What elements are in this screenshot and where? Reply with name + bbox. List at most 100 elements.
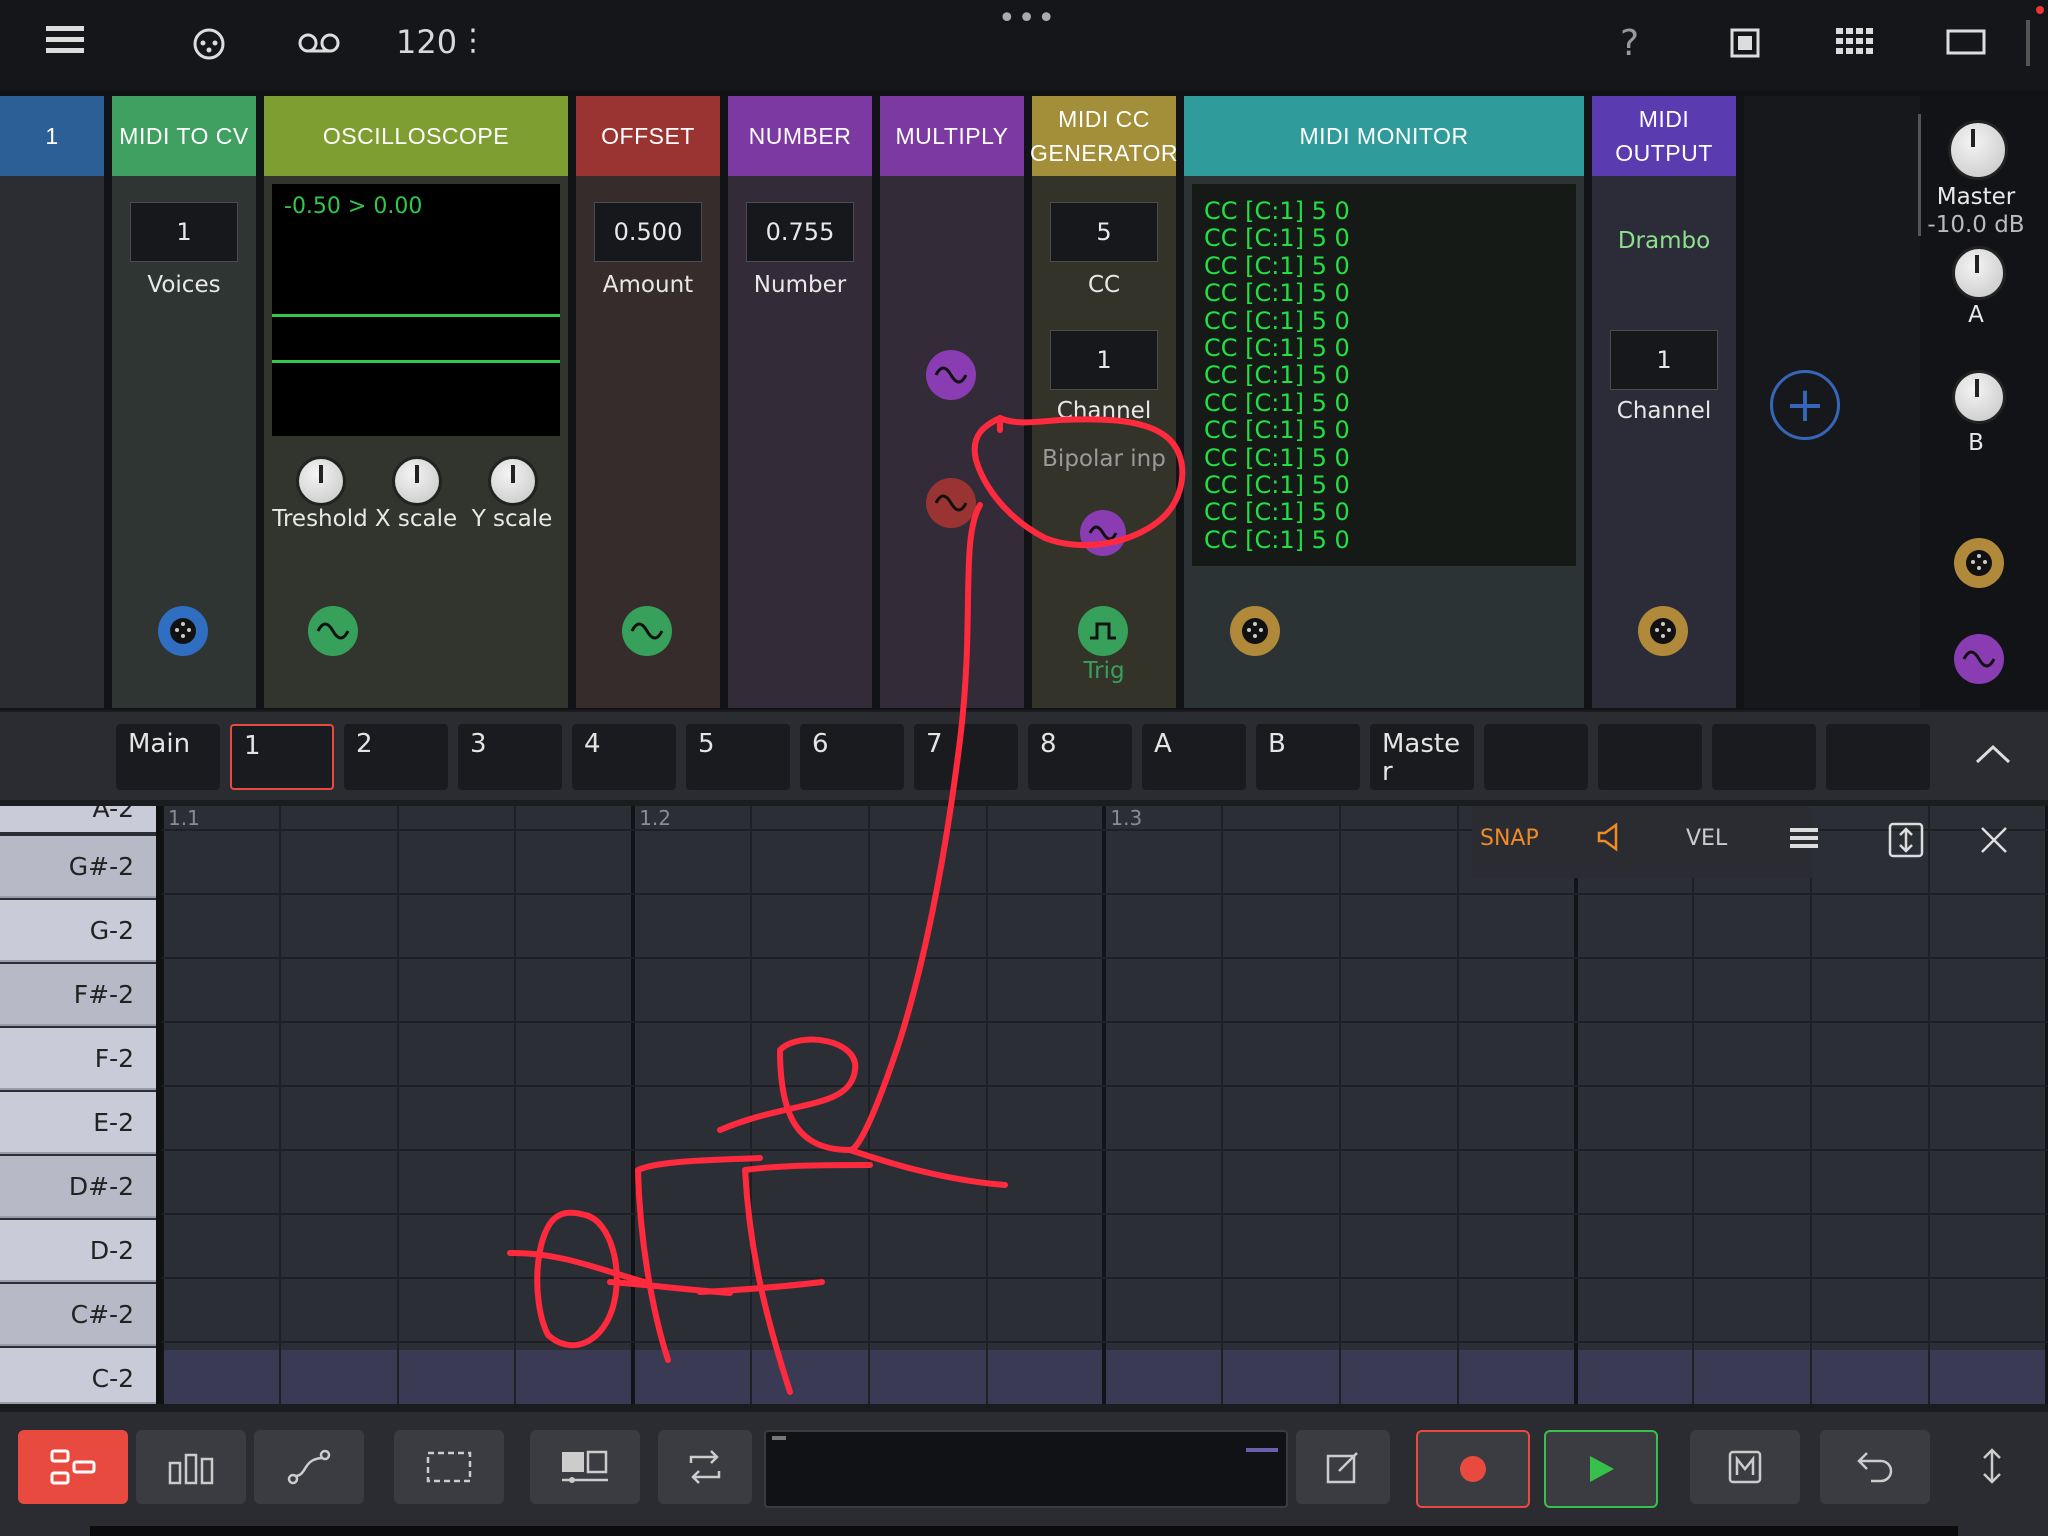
number-field[interactable]: 0.755 [746, 202, 854, 262]
piano-key[interactable]: E-2 [0, 1092, 156, 1154]
channel-field[interactable]: 1 [1610, 330, 1718, 390]
loop-icon [689, 1450, 721, 1484]
midi-monitor-line: CC [C:1] 5 0 [1204, 498, 1350, 527]
module-title[interactable]: MIDI CC GENERATOR [1030, 96, 1178, 176]
sine-input-port-icon[interactable] [926, 478, 976, 528]
track-header[interactable]: 1 [0, 96, 104, 176]
lines-menu-icon[interactable] [1788, 826, 1820, 854]
home-indicator [90, 1526, 1958, 1536]
sine-port-icon[interactable] [308, 606, 358, 656]
amount-field[interactable]: 0.500 [594, 202, 702, 262]
more-dots-icon[interactable]: ••• [998, 4, 1057, 34]
metronome-button[interactable] [1690, 1430, 1800, 1504]
play-button[interactable] [1544, 1430, 1658, 1508]
selection-button[interactable] [394, 1430, 504, 1504]
rack-view-button[interactable] [18, 1430, 128, 1504]
master-knob[interactable] [1948, 120, 2008, 180]
piano-key[interactable]: F-2 [0, 1028, 156, 1090]
module-title[interactable]: MIDI TO CV [112, 96, 256, 176]
track-tab[interactable]: Main [116, 724, 220, 790]
track-tab[interactable]: 5 [686, 724, 790, 790]
tempo-menu-icon[interactable]: ⋮ [458, 26, 488, 56]
piano-key[interactable]: G-2 [0, 900, 156, 962]
track-tab[interactable]: Maste r [1370, 724, 1474, 790]
x-scale-knob[interactable] [392, 456, 442, 506]
channel-field[interactable]: 1 [1050, 330, 1158, 390]
m-box-icon [1728, 1450, 1762, 1484]
piano-key[interactable]: C-2 [0, 1348, 156, 1404]
undo-button[interactable] [1820, 1430, 1930, 1504]
midi-port-icon[interactable] [1638, 606, 1688, 656]
voices-field[interactable]: 1 [130, 202, 238, 262]
sine-port-icon[interactable] [1954, 634, 2004, 684]
output-device-label[interactable]: Drambo [1592, 228, 1736, 254]
module-title[interactable]: MIDI OUTPUT [1592, 96, 1736, 176]
automation-view-button[interactable] [254, 1430, 364, 1504]
track-tab[interactable]: A [1142, 724, 1246, 790]
track-tab[interactable] [1712, 724, 1816, 790]
mixer-view-button[interactable] [136, 1430, 246, 1504]
edit-button[interactable] [1296, 1430, 1390, 1504]
sine-port-icon[interactable] [622, 606, 672, 656]
trigger-port-icon[interactable] [1078, 606, 1128, 656]
chevron-up-icon[interactable] [1974, 742, 2012, 770]
piano-key[interactable]: D-2 [0, 1220, 156, 1282]
record-button[interactable] [1416, 1430, 1530, 1508]
send-b-label: B [1968, 430, 1984, 456]
sine-input-port-icon[interactable] [926, 350, 976, 400]
side-handle[interactable] [2026, 20, 2030, 66]
track-tab[interactable] [1484, 724, 1588, 790]
x-scale-label: X scale [374, 506, 458, 532]
add-module-icon[interactable]: + [1770, 370, 1840, 440]
song-overview[interactable] [764, 1430, 1288, 1508]
midi-port-icon[interactable] [1954, 538, 2004, 588]
track-tab[interactable]: 6 [800, 724, 904, 790]
track-tab[interactable]: B [1256, 724, 1360, 790]
cc-field[interactable]: 5 [1050, 202, 1158, 262]
expand-vertical-icon[interactable] [1888, 822, 1924, 862]
send-a-knob[interactable] [1952, 246, 2006, 300]
resize-vertical-icon[interactable] [1974, 1446, 2010, 1490]
clip-view-button[interactable] [530, 1430, 640, 1504]
window-icon[interactable] [1946, 28, 1986, 62]
hamburger-menu-icon[interactable] [44, 20, 86, 66]
rack-view-icon [50, 1449, 96, 1485]
y-scale-knob[interactable] [488, 456, 538, 506]
piano-key[interactable]: G#-2 [0, 836, 156, 898]
module-title[interactable]: NUMBER [728, 96, 872, 176]
help-icon[interactable]: ? [1620, 26, 1639, 62]
close-icon[interactable] [1978, 824, 2010, 860]
track-tab[interactable]: 3 [458, 724, 562, 790]
track-module: 1 [0, 96, 104, 708]
loop-button[interactable] [658, 1430, 752, 1504]
module-title[interactable]: MULTIPLY [880, 96, 1024, 176]
module-title[interactable]: OFFSET [576, 96, 720, 176]
track-tab[interactable]: 1 [230, 724, 334, 790]
module-title[interactable]: MIDI MONITOR [1184, 96, 1584, 176]
piano-key-partial[interactable]: A-2 [0, 806, 156, 832]
piano-key[interactable]: C#-2 [0, 1284, 156, 1346]
snap-toggle[interactable]: SNAP [1480, 826, 1539, 851]
track-tab[interactable] [1826, 724, 1930, 790]
piano-key[interactable]: D#-2 [0, 1156, 156, 1218]
track-tab[interactable] [1598, 724, 1702, 790]
track-tab[interactable]: 2 [344, 724, 448, 790]
midi-port-icon[interactable] [158, 606, 208, 656]
track-tab[interactable]: 7 [914, 724, 1018, 790]
velocity-toggle[interactable]: VEL [1686, 826, 1727, 851]
bipolar-input-port-icon[interactable] [1080, 510, 1126, 556]
note-grid[interactable] [162, 806, 2048, 1404]
tape-recorder-icon[interactable] [298, 30, 340, 64]
grid-view-icon[interactable] [1836, 28, 1874, 62]
module-title[interactable]: OSCILLOSCOPE [264, 96, 568, 176]
midi-connector-icon[interactable] [192, 27, 226, 67]
single-view-icon[interactable] [1730, 28, 1760, 64]
speaker-icon[interactable] [1596, 822, 1622, 856]
midi-port-icon[interactable] [1230, 606, 1280, 656]
threshold-knob[interactable] [296, 456, 346, 506]
track-tab[interactable]: 8 [1028, 724, 1132, 790]
piano-key[interactable]: F#-2 [0, 964, 156, 1026]
track-tab[interactable]: 4 [572, 724, 676, 790]
send-b-knob[interactable] [1952, 370, 2006, 424]
tempo-display[interactable]: 120 [396, 26, 457, 58]
